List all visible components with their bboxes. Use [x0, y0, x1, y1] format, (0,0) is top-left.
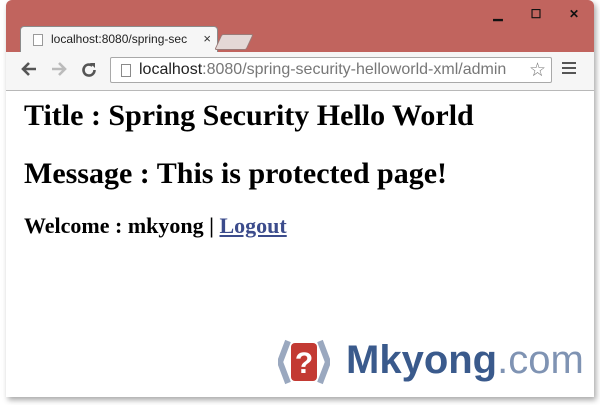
maximize-icon[interactable]: ☐	[530, 8, 542, 20]
page-icon	[33, 34, 43, 46]
address-bar[interactable]: localhost:8080/spring-security-helloworl…	[110, 57, 552, 83]
welcome-text: Welcome : mkyong |	[24, 213, 220, 238]
back-icon[interactable]	[20, 61, 38, 80]
welcome-line: Welcome : mkyong | Logout	[24, 213, 287, 239]
url-text: localhost:8080/spring-security-helloworl…	[139, 61, 506, 79]
bookmark-star-icon[interactable]: ☆	[529, 59, 546, 82]
close-icon[interactable]: ✕	[568, 8, 580, 20]
window-controls: ▁ ☐ ✕	[492, 8, 580, 20]
new-tab-button[interactable]	[214, 34, 254, 50]
menu-icon[interactable]	[562, 62, 576, 77]
browser-tab[interactable]: localhost:8080/spring-sec ×	[20, 26, 218, 53]
watermark-logo: ? Mkyong.com	[278, 337, 598, 387]
browser-toolbar: localhost:8080/spring-security-helloworl…	[6, 52, 594, 91]
minimize-icon[interactable]: ▁	[492, 8, 504, 20]
tab-title: localhost:8080/spring-sec	[51, 32, 188, 46]
mkyong-logo-icon: ?	[278, 339, 330, 385]
page-content: Title : Spring Security Hello World Mess…	[6, 91, 594, 397]
page-message: Message : This is protected page!	[24, 157, 448, 190]
forward-icon[interactable]	[50, 61, 68, 80]
page-title: Title : Spring Security Hello World	[24, 99, 474, 132]
brand-suffix: .com	[497, 338, 584, 382]
logo-glyph: ?	[295, 347, 313, 380]
url-path: :8080/spring-security-helloworld-xml/adm…	[202, 61, 507, 78]
url-host: localhost	[139, 61, 203, 78]
watermark-text: Mkyong.com	[346, 337, 584, 383]
brand-name: Mkyong	[346, 338, 498, 382]
browser-window: ▁ ☐ ✕ localhost:8080/spring-sec × localh…	[6, 0, 594, 397]
reload-icon[interactable]	[80, 61, 98, 82]
page-info-icon[interactable]	[121, 64, 131, 77]
tab-close-icon[interactable]: ×	[203, 31, 211, 46]
logout-link[interactable]: Logout	[220, 213, 287, 238]
